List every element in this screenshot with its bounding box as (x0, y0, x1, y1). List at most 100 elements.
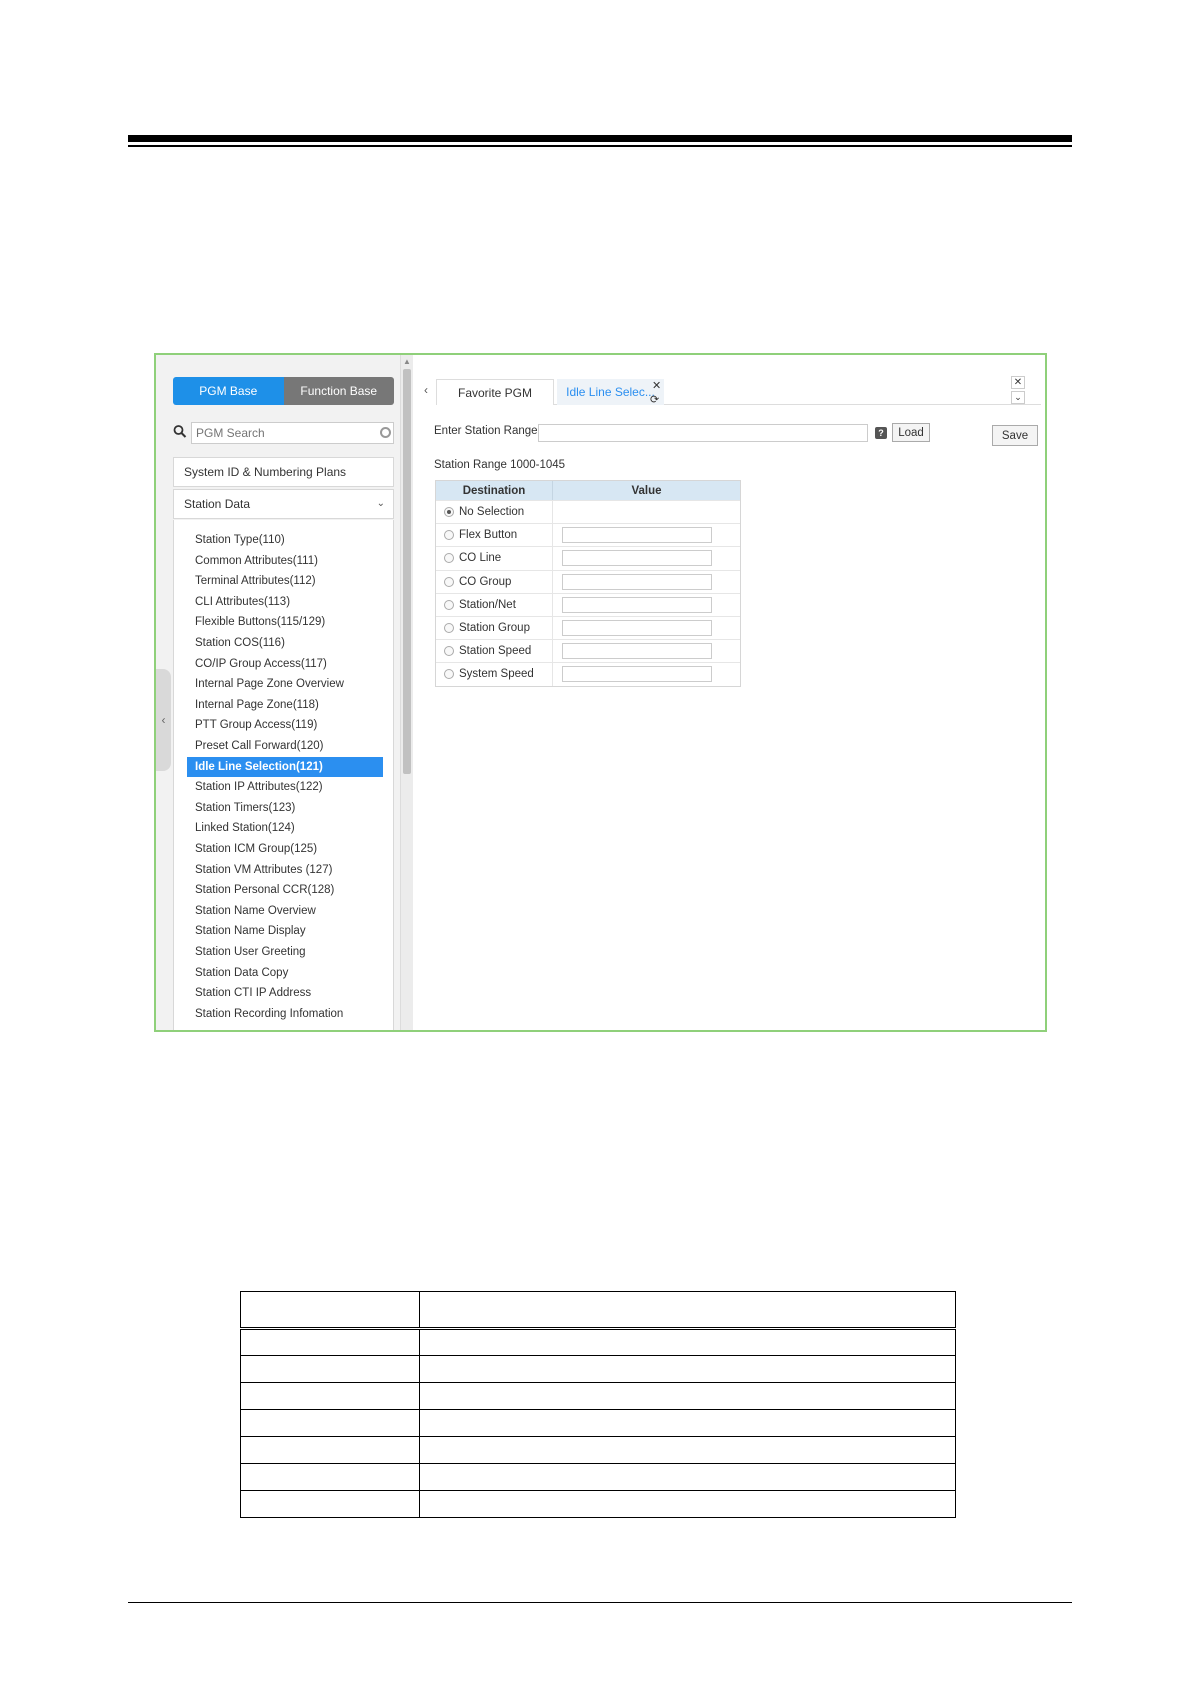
pgm-base-tab[interactable]: PGM Base (173, 377, 284, 405)
group-system-id-label: System ID & Numbering Plans (184, 465, 347, 479)
value-cell (553, 524, 740, 546)
destination-table-header: Destination Value (436, 481, 740, 500)
close-all-tabs-icon[interactable]: ✕ (1011, 376, 1025, 389)
help-icon[interactable]: ? (875, 427, 887, 439)
pgm-search-input[interactable] (191, 422, 394, 444)
destination-label: Flex Button (459, 529, 518, 542)
menu-item[interactable]: Idle Line Selection(121) (187, 756, 383, 777)
value-input[interactable] (562, 666, 712, 683)
collapse-panel-handle[interactable]: ‹ (156, 669, 171, 771)
value-input[interactable] (562, 643, 712, 660)
menu-item[interactable]: Station Name Overview (187, 901, 383, 921)
table-cell (240, 1328, 420, 1356)
destination-radio[interactable] (444, 507, 454, 518)
destination-label: System Speed (459, 668, 534, 681)
value-cell (553, 501, 740, 523)
table-cell (240, 1463, 420, 1491)
tab-list-dropdown-icon[interactable]: ⌄ (1011, 391, 1025, 404)
menu-item[interactable]: Linked Station(124) (187, 818, 383, 838)
menu-item[interactable]: Flexible Buttons(115/129) (187, 612, 383, 632)
destination-row: Station/Net (436, 592, 740, 616)
menu-item[interactable]: Station Name Display (187, 921, 383, 941)
station-data-menu: Station Type(110) Common Attributes(111) T… (173, 520, 394, 1030)
table-row (240, 1382, 956, 1410)
table-row (240, 1463, 956, 1491)
table-cell (240, 1291, 420, 1330)
search-icon (173, 425, 187, 438)
left-panel-scrollbar[interactable]: ▲ (400, 355, 413, 1030)
destination-row: Station Group (436, 615, 740, 640)
destination-radio[interactable] (444, 553, 454, 564)
destination-radio[interactable] (444, 576, 454, 587)
value-input[interactable] (562, 527, 712, 544)
table-cell (419, 1382, 956, 1410)
station-range-input[interactable] (538, 424, 868, 442)
menu-item[interactable]: Station VM Attributes (127) (187, 860, 383, 880)
table-cell (419, 1436, 956, 1464)
function-base-tab[interactable]: Function Base (283, 377, 394, 405)
table-cell (419, 1355, 956, 1383)
tab-close-icon[interactable]: ✕ (652, 379, 661, 392)
menu-item[interactable]: Station User Greeting (187, 942, 383, 962)
value-cell (553, 594, 740, 616)
load-button[interactable]: Load (892, 423, 930, 442)
search-row (173, 422, 394, 444)
destination-radio[interactable] (444, 646, 454, 657)
tab-favorite-pgm[interactable]: Favorite PGM (436, 379, 554, 405)
menu-item[interactable]: Internal Page Zone(118) (187, 695, 383, 715)
menu-item[interactable]: CLI Attributes(113) (187, 592, 383, 612)
group-system-id[interactable]: System ID & Numbering Plans (173, 457, 394, 487)
value-input[interactable] (562, 596, 712, 613)
menu-item[interactable]: Station Timers(123) (187, 798, 383, 818)
destination-cell: Flex Button (436, 524, 553, 547)
menu-item[interactable]: Station Personal CCR(128) (187, 880, 383, 900)
destination-radio[interactable] (444, 669, 454, 680)
table-cell (419, 1409, 956, 1437)
menu-item[interactable]: Station Recording Infomation (187, 1004, 383, 1024)
content-panel: ‹ Favorite PGM Idle Line Selec... ✕ ⟳ ✕ … (414, 355, 1045, 1030)
value-cell (553, 663, 740, 685)
menu-item[interactable]: Station Data Copy (187, 963, 383, 983)
menu-item[interactable]: Station IP Attributes(122) (187, 777, 383, 797)
station-range-label: Enter Station Range : (434, 425, 544, 437)
scroll-up-arrow-icon[interactable]: ▲ (401, 357, 413, 366)
menu-item[interactable]: PTT Group Access(119) (187, 715, 383, 735)
table-row (240, 1328, 956, 1356)
menu-item[interactable]: Station COS(116) (187, 633, 383, 653)
value-input[interactable] (562, 573, 712, 590)
tab-refresh-icon[interactable]: ⟳ (650, 393, 659, 406)
table-cell (419, 1291, 956, 1330)
destination-label: Station Speed (459, 645, 532, 658)
menu-item[interactable]: Station CTI IP Address (187, 983, 383, 1003)
menu-item[interactable]: Preset Call Forward(120) (187, 736, 383, 756)
table-cell (419, 1490, 956, 1518)
destination-radio[interactable] (444, 530, 454, 541)
destination-radio[interactable] (444, 623, 454, 634)
destination-row: CO Group (436, 569, 740, 593)
destination-cell: CO Group (436, 570, 553, 593)
table-header-row (240, 1291, 956, 1330)
group-station-data[interactable]: Station Data ⌄ (173, 489, 394, 519)
destination-cell: Station Speed (436, 640, 553, 663)
menu-item[interactable]: Common Attributes(111) (187, 551, 383, 571)
search-clear-icon[interactable] (380, 427, 391, 438)
reference-table (240, 1291, 956, 1518)
destination-label: No Selection (459, 506, 525, 519)
scroll-thumb[interactable] (403, 369, 411, 774)
chevron-left-icon: ‹ (161, 713, 166, 727)
tab-scroll-left-icon[interactable]: ‹ (424, 383, 428, 397)
destination-label: CO Group (459, 575, 512, 588)
menu-item[interactable]: Station Type(110) (187, 530, 383, 550)
tab-idle-line-selection[interactable]: Idle Line Selec... (557, 379, 664, 405)
save-button[interactable]: Save (992, 425, 1038, 446)
menu-item[interactable]: CO/IP Group Access(117) (187, 654, 383, 674)
menu-item[interactable]: Station ICM Group(125) (187, 839, 383, 859)
destination-row: Station Speed (436, 639, 740, 663)
value-input[interactable] (562, 620, 712, 637)
destination-label: Station Group (459, 622, 530, 635)
menu-item[interactable]: Internal Page Zone Overview (187, 674, 383, 694)
menu-item[interactable]: Terminal Attributes(112) (187, 571, 383, 591)
table-cell (240, 1436, 420, 1464)
destination-radio[interactable] (444, 599, 454, 610)
value-input[interactable] (562, 550, 712, 567)
